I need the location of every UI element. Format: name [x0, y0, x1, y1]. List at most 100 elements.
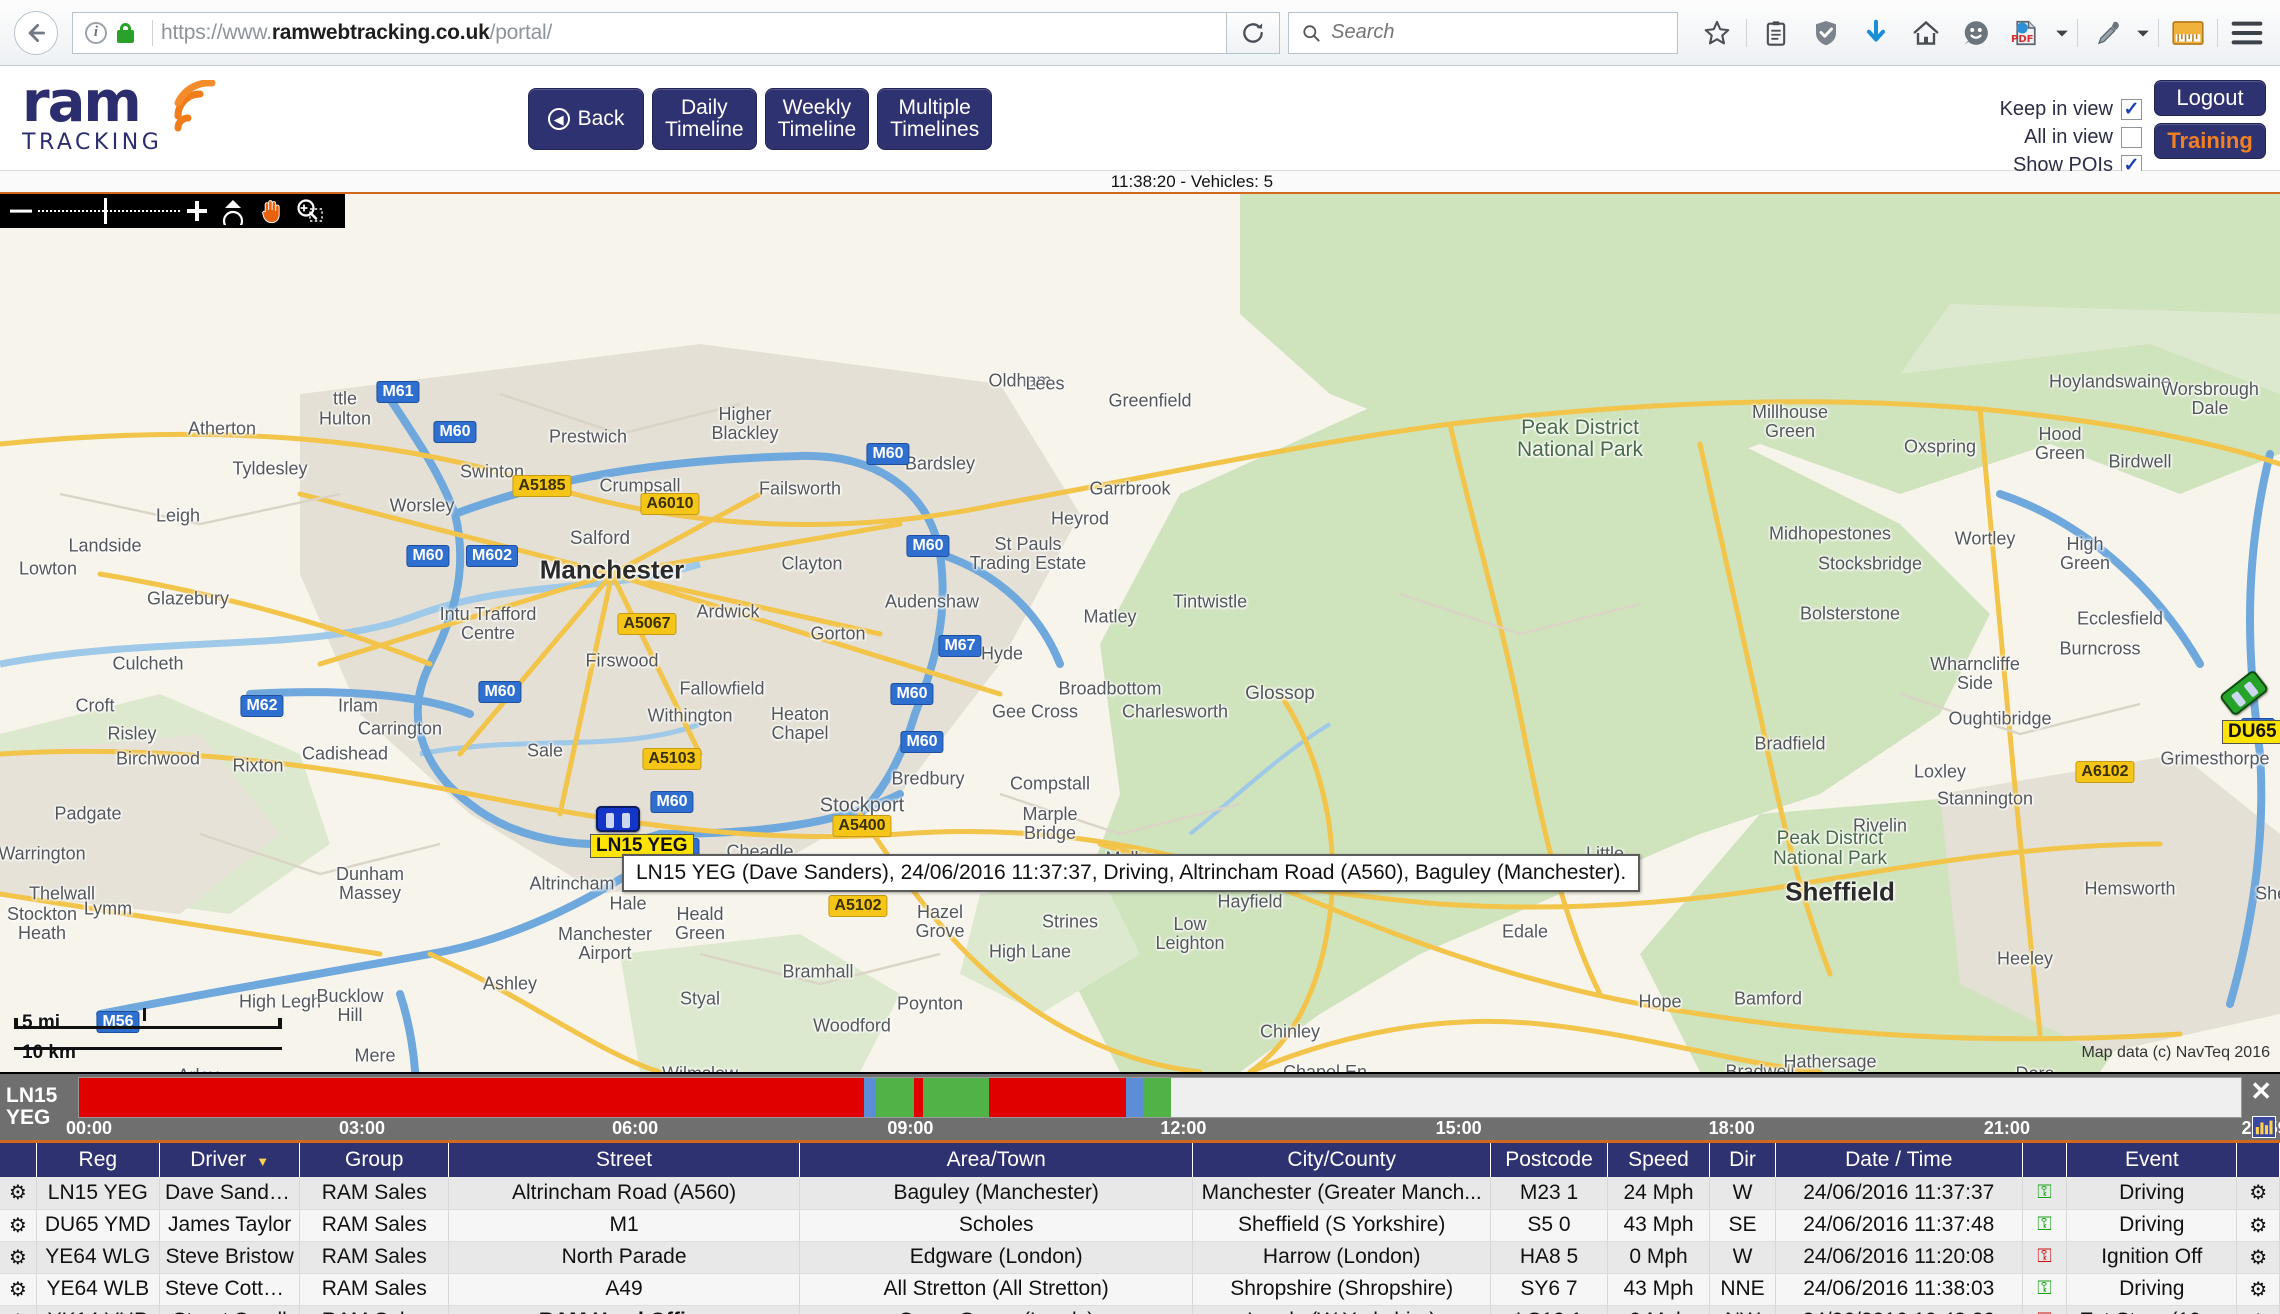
ram-tracking-logo: ram TRACKING: [22, 74, 216, 155]
site-identity[interactable]: i: [79, 21, 144, 44]
table-row[interactable]: ⚙ DU65 YMD James Taylor RAM Sales M1 Scholes S…: [0, 1209, 2280, 1242]
zoom-slider-handle[interactable]: [104, 198, 107, 224]
row-settings-gear-icon[interactable]: ⚙: [2236, 1177, 2280, 1210]
timeline-segment[interactable]: [79, 1078, 864, 1117]
all-in-view-checkbox[interactable]: [2121, 127, 2142, 148]
cell-area: Edgware (London): [799, 1241, 1194, 1274]
table-header-datetime[interactable]: Date / Time: [1775, 1143, 2023, 1177]
vehicle-marker-du65-ymd[interactable]: DU65 Y: [2218, 669, 2280, 744]
vehicle-timeline[interactable]: LN15 YEG 00:00 03:00 06:00 09:00 12:00 15:00 1…: [0, 1072, 2280, 1140]
table-header-city[interactable]: City/County: [1192, 1143, 1492, 1177]
ignition-key-icon[interactable]: ⚿: [2022, 1305, 2068, 1314]
shield-icon[interactable]: [1801, 8, 1851, 58]
zoom-out-button[interactable]: [4, 194, 38, 228]
row-settings-gear-icon[interactable]: ⚙: [0, 1209, 37, 1242]
ignition-key-icon[interactable]: ⚿: [2022, 1177, 2068, 1210]
browser-search-box[interactable]: [1288, 11, 1678, 54]
url-bar[interactable]: i https://www.ramwebtracking.co.uk/porta…: [72, 11, 1226, 54]
row-settings-gear-icon[interactable]: ⚙: [0, 1241, 37, 1274]
pan-tool-button[interactable]: [252, 194, 290, 228]
vehicle-marker-ln15-yeg[interactable]: LN15 YEG: [590, 806, 694, 858]
row-settings-gear-icon[interactable]: ⚙: [2236, 1273, 2280, 1306]
timeline-segment[interactable]: [923, 1078, 990, 1117]
vehicle-icon-blue[interactable]: [596, 806, 640, 832]
table-row[interactable]: ⚙ LN15 YEG Dave Sanders RAM Sales Altrincham…: [0, 1177, 2280, 1210]
table-header-street[interactable]: Street: [448, 1143, 800, 1177]
table-header-event[interactable]: Event: [2066, 1143, 2238, 1177]
timeline-segment[interactable]: [913, 1078, 924, 1117]
clipboard-icon[interactable]: [1751, 8, 1801, 58]
row-settings-gear-icon[interactable]: ⚙: [0, 1177, 37, 1210]
toolbar-divider: [1746, 18, 1747, 47]
vehicle-label-du65-ymd[interactable]: DU65 Y: [2222, 720, 2280, 744]
zoom-in-button[interactable]: [180, 194, 214, 228]
table-header-keyicon[interactable]: [2022, 1143, 2068, 1177]
reload-button[interactable]: [1226, 11, 1280, 54]
keep-in-view-checkbox[interactable]: [2121, 99, 2142, 120]
timeline-segment[interactable]: [1126, 1078, 1143, 1117]
row-settings-gear-icon[interactable]: ⚙: [2236, 1305, 2280, 1314]
ignition-key-icon[interactable]: ⚿: [2022, 1209, 2068, 1242]
search-input[interactable]: [1331, 21, 1665, 44]
keep-in-view-option[interactable]: Keep in view: [2000, 98, 2142, 121]
training-button[interactable]: Training: [2154, 123, 2266, 159]
home-icon[interactable]: [1901, 8, 1951, 58]
scale-line-upper: [14, 1008, 282, 1029]
table-header-postcode[interactable]: Postcode: [1490, 1143, 1608, 1177]
marker-tool-icon: [222, 200, 244, 225]
eyedropper-dropdown-caret[interactable]: [2132, 8, 2154, 58]
timeline-segment[interactable]: [989, 1078, 1127, 1117]
map-panel[interactable]: Manchester Salford Swinton Prestwich Crumpsa…: [0, 194, 2280, 1072]
table-header-dir[interactable]: Dir: [1709, 1143, 1776, 1177]
table-header-group[interactable]: Group: [299, 1143, 450, 1177]
ignition-key-icon[interactable]: ⚿: [2022, 1241, 2068, 1274]
row-settings-gear-icon[interactable]: ⚙: [2236, 1241, 2280, 1274]
timeline-segment[interactable]: [875, 1078, 914, 1117]
table-row[interactable]: ⚙ YE64 WLG Steve Bristow RAM Sales North Par…: [0, 1241, 2280, 1274]
table-row[interactable]: ⚙YK14 VHPStuart SmallRAM SalesRAM Head O…: [0, 1305, 2280, 1314]
timeline-activity-bar[interactable]: [78, 1077, 2242, 1118]
star-icon[interactable]: [1692, 8, 1742, 58]
hamburger-menu-icon[interactable]: [2222, 8, 2272, 58]
ignition-key-icon[interactable]: ⚿: [2022, 1273, 2068, 1306]
row-settings-gear-icon[interactable]: ⚙: [0, 1273, 37, 1306]
cell-group: RAM Sales: [299, 1305, 450, 1314]
ruler-icon[interactable]: [2163, 8, 2213, 58]
pin-tool-button[interactable]: [214, 194, 252, 228]
header-button-group: ◀ Back Daily Timeline Weekly Timeline Mu…: [528, 88, 993, 150]
table-header-area[interactable]: Area/Town: [799, 1143, 1194, 1177]
zoom-slider[interactable]: [38, 198, 180, 224]
table-header-endgear[interactable]: [2236, 1143, 2280, 1177]
logout-button[interactable]: Logout: [2154, 80, 2266, 116]
table-header-speed[interactable]: Speed: [1607, 1143, 1711, 1177]
zoom-box-tool-button[interactable]: [290, 194, 328, 228]
vehicle-table-body[interactable]: ⚙ LN15 YEG Dave Sanders RAM Sales Altrincham…: [0, 1177, 2280, 1314]
sort-arrow-icon[interactable]: ▼: [256, 1154, 269, 1169]
smiley-icon[interactable]: [1951, 8, 2001, 58]
timeline-close-button[interactable]: ✕: [2250, 1078, 2272, 1104]
daily-timeline-button[interactable]: Daily Timeline: [652, 88, 757, 150]
back-button[interactable]: ◀ Back: [528, 88, 644, 150]
info-icon[interactable]: i: [85, 21, 107, 44]
map-canvas[interactable]: [0, 194, 2280, 1072]
table-header-reg[interactable]: Reg: [36, 1143, 160, 1177]
cell-speed: 0 Mph: [1607, 1241, 1711, 1274]
chart-icon[interactable]: [2252, 1116, 2276, 1138]
pdf-icon[interactable]: PDF: [2001, 8, 2051, 58]
timeline-segment[interactable]: [863, 1078, 876, 1117]
all-in-view-option[interactable]: All in view: [2024, 126, 2142, 149]
vehicle-table[interactable]: Reg Driver ▼ Group Street Area/Town City/Count…: [0, 1140, 2280, 1314]
timeline-segment[interactable]: [1142, 1078, 1171, 1117]
table-header-gear[interactable]: [0, 1143, 37, 1177]
table-row[interactable]: ⚙YE64 WLBSteve Cotton (...RAM SalesA49Al…: [0, 1273, 2280, 1306]
pdf-dropdown-caret[interactable]: [2051, 8, 2073, 58]
eyedropper-icon[interactable]: [2082, 8, 2132, 58]
browser-back-button[interactable]: [14, 10, 58, 55]
timeline-body[interactable]: 00:00 03:00 06:00 09:00 12:00 15:00 18:00 21:00…: [66, 1074, 2280, 1140]
download-icon[interactable]: [1851, 8, 1901, 58]
row-settings-gear-icon[interactable]: ⚙: [0, 1305, 37, 1314]
weekly-timeline-button[interactable]: Weekly Timeline: [764, 88, 870, 150]
multiple-timelines-button[interactable]: Multiple Timelines: [877, 88, 993, 150]
row-settings-gear-icon[interactable]: ⚙: [2236, 1209, 2280, 1242]
table-header-driver[interactable]: Driver ▼: [159, 1143, 301, 1177]
